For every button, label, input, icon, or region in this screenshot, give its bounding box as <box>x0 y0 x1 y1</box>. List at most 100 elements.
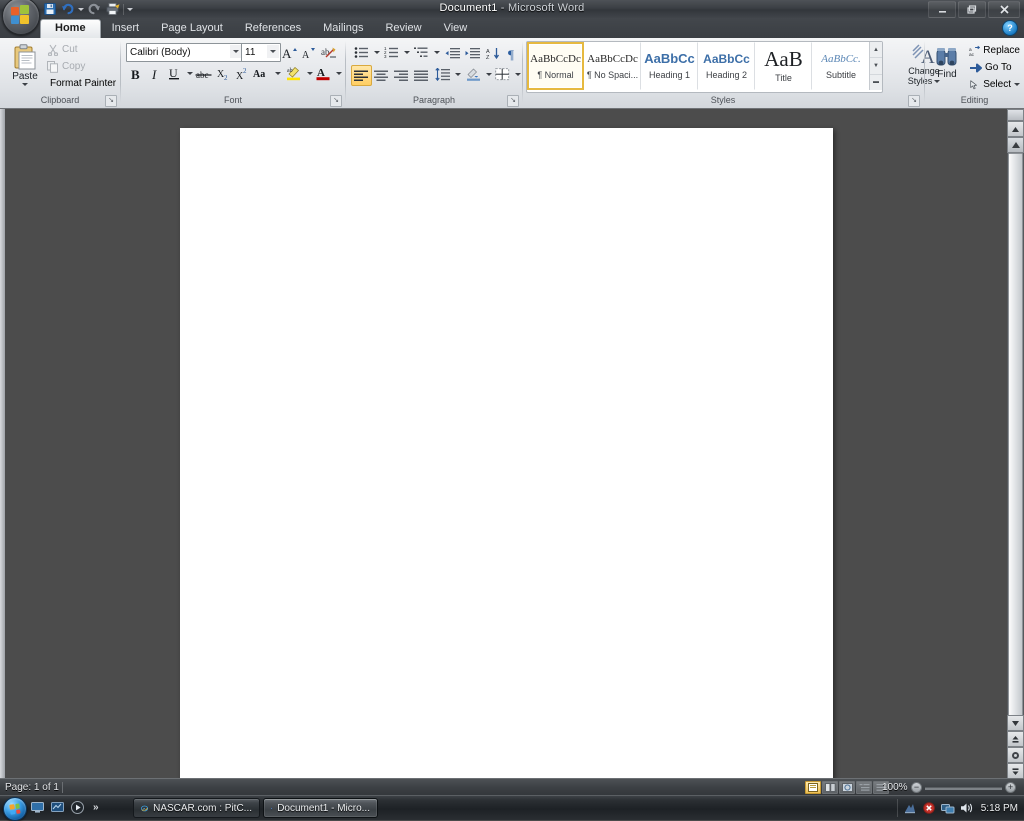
document-page[interactable] <box>180 128 833 789</box>
decrease-indent-icon[interactable] <box>442 43 463 64</box>
tab-mailings[interactable]: Mailings <box>312 19 374 38</box>
styles-scroll-down-icon[interactable]: ▼ <box>870 58 882 75</box>
zoom-level-label[interactable]: 100% <box>882 782 908 793</box>
font-color-dropdown-icon[interactable] <box>333 63 344 83</box>
previous-page-button[interactable] <box>1007 731 1024 747</box>
scroll-up-secondary-button[interactable] <box>1007 137 1024 153</box>
zoom-slider-track[interactable] <box>925 787 1002 790</box>
line-spacing-icon[interactable] <box>432 64 452 84</box>
style-item-title[interactable]: AaB Title <box>755 42 812 90</box>
tray-icon-network[interactable] <box>940 801 955 815</box>
paste-dropdown-icon[interactable] <box>22 83 28 86</box>
scroll-up-button[interactable] <box>1007 121 1024 137</box>
change-case-button[interactable]: Aa <box>252 64 283 82</box>
taskbar-item-internet-explorer[interactable]: e NASCAR.com : PitC... <box>133 798 260 818</box>
quick-print-icon[interactable] <box>105 2 120 17</box>
text-highlight-button[interactable]: ab <box>284 64 315 82</box>
bold-icon[interactable]: B <box>126 64 146 84</box>
web-layout-view-button[interactable] <box>839 781 855 794</box>
style-item-heading-1[interactable]: AaBbCс Heading 1 <box>641 42 698 90</box>
next-page-button[interactable] <box>1007 763 1024 779</box>
strikethrough-icon[interactable]: abc <box>194 64 214 84</box>
align-center-icon[interactable] <box>371 65 392 86</box>
shading-button[interactable] <box>463 65 494 83</box>
zoom-out-button[interactable]: − <box>911 782 922 793</box>
shading-icon[interactable] <box>463 64 483 84</box>
vertical-scroll-track[interactable] <box>1007 153 1024 753</box>
multilevel-list-dropdown-icon[interactable] <box>431 42 442 62</box>
tab-view[interactable]: View <box>433 19 479 38</box>
vertical-scroll-thumb[interactable] <box>1008 153 1023 753</box>
font-color-button[interactable]: A <box>313 64 344 82</box>
increase-indent-icon[interactable] <box>462 43 483 64</box>
scroll-down-button[interactable] <box>1007 715 1024 731</box>
clear-formatting-icon[interactable]: ab <box>319 42 340 63</box>
italic-icon[interactable]: I <box>145 64 165 84</box>
select-button[interactable]: Select <box>966 76 1021 93</box>
styles-gallery[interactable]: AaBbCcDc ¶ Normal AaBbCcDc ¶ No Spaci...… <box>526 41 883 93</box>
close-button[interactable] <box>988 1 1020 18</box>
font-size-dropdown-icon[interactable] <box>267 45 279 58</box>
split-window-handle[interactable] <box>1007 109 1024 121</box>
style-item-subtitle[interactable]: AaBbCc. Subtitle <box>812 42 869 90</box>
styles-dialog-launcher[interactable]: ↘ <box>908 95 920 107</box>
media-player-icon[interactable] <box>70 800 85 815</box>
multilevel-list-icon[interactable] <box>411 42 431 62</box>
borders-button[interactable] <box>492 65 523 83</box>
outline-view-button[interactable] <box>856 781 872 794</box>
font-name-combo[interactable]: Calibri (Body) <box>126 43 244 62</box>
numbering-button[interactable]: 1 2 3 <box>381 43 412 61</box>
full-screen-reading-view-button[interactable] <box>822 781 838 794</box>
styles-scroll-up-icon[interactable]: ▲ <box>870 42 882 59</box>
justify-icon[interactable] <box>411 65 432 86</box>
tab-insert[interactable]: Insert <box>101 19 151 38</box>
minimize-button[interactable] <box>928 1 956 18</box>
tab-home[interactable]: Home <box>40 19 101 38</box>
grow-font-icon[interactable]: A <box>279 42 300 63</box>
align-left-icon[interactable] <box>351 65 372 86</box>
paragraph-dialog-launcher[interactable]: ↘ <box>507 95 519 107</box>
format-painter-button[interactable]: Format Painter <box>44 75 116 92</box>
shrink-font-icon[interactable]: A <box>298 42 319 63</box>
tray-icon-security-alert[interactable] <box>922 801 936 815</box>
tab-page-layout[interactable]: Page Layout <box>150 19 234 38</box>
select-browse-object-button[interactable] <box>1007 747 1024 763</box>
customize-qat-icon[interactable] <box>127 7 133 11</box>
style-item-no-spacing[interactable]: AaBbCcDc ¶ No Spaci... <box>584 42 641 90</box>
tray-icon-volume[interactable] <box>960 801 974 815</box>
tab-references[interactable]: References <box>234 19 312 38</box>
font-dialog-launcher[interactable]: ↘ <box>330 95 342 107</box>
style-item-normal[interactable]: AaBbCcDc ¶ Normal <box>527 42 584 90</box>
undo-icon[interactable] <box>60 2 75 17</box>
line-spacing-dropdown-icon[interactable] <box>452 64 463 84</box>
page-indicator[interactable]: Page: 1 of 1 <box>5 782 59 793</box>
show-desktop-icon[interactable] <box>30 800 45 815</box>
underline-button[interactable]: U <box>164 64 195 82</box>
print-layout-view-button[interactable] <box>805 781 821 794</box>
styles-gallery-scroll[interactable]: ▲ ▼ ▬ <box>869 42 882 90</box>
switch-windows-icon[interactable] <box>50 800 65 815</box>
copy-button[interactable]: Copy <box>44 58 116 75</box>
undo-dropdown-icon[interactable] <box>78 7 84 11</box>
tray-icon-action-center[interactable] <box>903 801 917 815</box>
tab-review[interactable]: Review <box>374 19 432 38</box>
sort-icon[interactable]: A Z <box>483 43 504 64</box>
vertical-scrollbar[interactable] <box>1007 109 1024 779</box>
taskbar-item-word[interactable]: W Document1 - Micro... <box>263 798 378 818</box>
font-color-icon[interactable]: A <box>313 63 333 83</box>
superscript-icon[interactable]: X2 <box>233 64 253 84</box>
save-icon[interactable] <box>42 2 57 17</box>
font-size-combo[interactable]: 11 <box>241 43 281 62</box>
styles-more-icon[interactable]: ▬ <box>870 75 882 90</box>
cut-button[interactable]: Cut <box>44 41 116 58</box>
replace-button[interactable]: a ac Replace <box>966 42 1021 59</box>
bullets-button[interactable] <box>351 43 382 61</box>
change-case-icon[interactable]: Aa <box>252 63 272 83</box>
help-button[interactable]: ? <box>1002 20 1018 36</box>
change-case-dropdown-icon[interactable] <box>272 63 283 83</box>
borders-icon[interactable] <box>492 64 512 84</box>
bullets-icon[interactable] <box>351 42 371 62</box>
align-right-icon[interactable] <box>391 65 412 86</box>
underline-icon[interactable]: U <box>164 63 184 83</box>
clipboard-dialog-launcher[interactable]: ↘ <box>105 95 117 107</box>
